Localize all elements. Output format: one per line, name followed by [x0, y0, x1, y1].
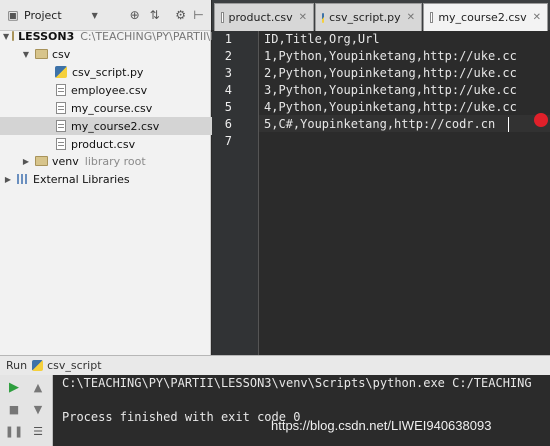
csv-file-icon — [56, 102, 66, 114]
folder-icon — [35, 49, 48, 59]
tree-item-label: my_course.csv — [71, 101, 153, 115]
gear-icon[interactable]: ⚙ — [174, 8, 188, 22]
run-config-name[interactable]: csv_script — [47, 359, 101, 372]
up-arrow-icon[interactable]: ▲ — [31, 380, 45, 394]
tree-item-label: LESSON3 — [18, 29, 75, 43]
expand-arrow-icon[interactable]: ▶ — [21, 157, 31, 166]
tree-item-label: venv — [52, 154, 79, 168]
tab-product-csv[interactable]: product.csv ✕ — [214, 3, 314, 31]
line-number: 6 — [224, 117, 232, 131]
tab-csv-script[interactable]: csv_script.py ✕ — [315, 3, 422, 31]
tree-item-label: csv_script.py — [72, 65, 144, 79]
line-number: 2 — [224, 49, 232, 63]
python-file-icon — [32, 360, 44, 371]
tab-label: csv_script.py — [329, 11, 401, 24]
add-icon[interactable]: ⊕ — [128, 8, 142, 22]
line-number: 5 — [224, 100, 232, 114]
csv-file-icon — [56, 84, 66, 96]
code-line[interactable]: 1,Python,Youpinketang,http://uke.cc — [264, 49, 517, 63]
tab-my-course2-csv[interactable]: my_course2.csv ✕ — [423, 3, 548, 31]
python-file-icon — [322, 12, 325, 23]
soft-wrap-icon[interactable]: ☰ — [31, 424, 45, 438]
run-console[interactable]: C:\TEACHING\PY\PARTII\LESSON3\venv\Scrip… — [53, 375, 550, 446]
code-editor[interactable]: ID,Title,Org,Url 1,Python,Youpinketang,h… — [259, 31, 550, 355]
run-side-toolbar: ▶ ▲ ■ ▼ ❚❚ ☰ — [0, 375, 53, 446]
line-number: 4 — [224, 83, 232, 97]
tree-item-venv[interactable]: ▶ venv library root — [0, 152, 210, 170]
watermark-text: https://blog.csdn.net/LIWEI940638093 — [271, 418, 492, 433]
pause-icon[interactable]: ❚❚ — [5, 424, 23, 438]
hide-icon[interactable]: ⊢ — [192, 8, 206, 22]
code-line[interactable]: ID,Title,Org,Url — [264, 32, 380, 46]
expand-arrow-icon[interactable]: ▼ — [3, 32, 9, 41]
collapse-icon[interactable]: ⇅ — [148, 8, 162, 22]
rerun-icon[interactable]: ▶ — [7, 380, 21, 395]
code-line[interactable]: 3,Python,Youpinketang,http://uke.cc — [264, 83, 517, 97]
tree-item-external-libraries[interactable]: ▶ External Libraries — [0, 170, 210, 188]
line-number-gutter: 1 2 3 4 5 6 7 — [212, 31, 259, 355]
chevron-down-icon[interactable]: ▼ — [88, 8, 102, 22]
close-icon[interactable]: ✕ — [407, 12, 415, 23]
close-icon[interactable]: ✕ — [299, 12, 307, 23]
python-file-icon — [55, 66, 67, 78]
tree-item-csv[interactable]: ▼ csv — [0, 45, 210, 63]
expand-arrow-icon[interactable]: ▼ — [21, 50, 31, 59]
folder-icon — [12, 31, 15, 41]
code-line[interactable]: 5,C#,Youpinketang,http://codr.cn — [264, 117, 495, 131]
line-number: 3 — [224, 66, 232, 80]
tree-item-lesson3[interactable]: ▼ LESSON3 C:\TEACHING\PY\PARTII\LESSON3 — [0, 27, 261, 45]
run-tool-title[interactable]: Run — [6, 359, 27, 372]
tree-item-label: External Libraries — [33, 172, 130, 186]
editor-tab-bar: product.csv ✕ csv_script.py ✕ my_course2… — [212, 0, 550, 31]
code-line[interactable]: 2,Python,Youpinketang,http://uke.cc — [264, 66, 517, 80]
tab-label: product.csv — [228, 11, 293, 24]
tree-item-label: my_course2.csv — [71, 119, 160, 133]
folder-icon — [35, 156, 48, 166]
tree-item-label: employee.csv — [71, 83, 148, 97]
down-arrow-icon[interactable]: ▼ — [31, 402, 45, 416]
library-root-label: library root — [84, 154, 146, 168]
tree-item-label: product.csv — [71, 137, 136, 151]
tree-item-label: csv — [52, 47, 71, 61]
stop-icon[interactable]: ■ — [7, 402, 21, 416]
expand-arrow-icon[interactable]: ▶ — [3, 175, 13, 184]
project-view-icon[interactable]: ▣ — [6, 8, 20, 22]
mouse-cursor-indicator — [534, 113, 548, 127]
line-number: 7 — [224, 134, 232, 148]
csv-file-icon — [221, 12, 224, 23]
line-number: 1 — [224, 32, 232, 46]
project-view-title[interactable]: Project — [24, 9, 62, 22]
project-panel: ▣ Project ▼ ⊕ ⇅ ⚙ ⊢ ▼ LESSON3 C:\TEACHIN… — [0, 0, 266, 355]
code-line[interactable]: 4,Python,Youpinketang,http://uke.cc — [264, 100, 517, 114]
close-icon[interactable]: ✕ — [533, 12, 541, 23]
console-line: C:\TEACHING\PY\PARTII\LESSON3\venv\Scrip… — [62, 376, 532, 390]
run-tool-header: Run csv_script — [0, 355, 550, 375]
csv-file-icon — [430, 12, 434, 23]
text-caret — [508, 117, 509, 132]
csv-file-icon — [56, 120, 66, 132]
console-line: Process finished with exit code 0 — [62, 410, 301, 424]
csv-file-icon — [56, 138, 66, 150]
library-icon — [17, 174, 29, 184]
tab-label: my_course2.csv — [438, 11, 527, 24]
